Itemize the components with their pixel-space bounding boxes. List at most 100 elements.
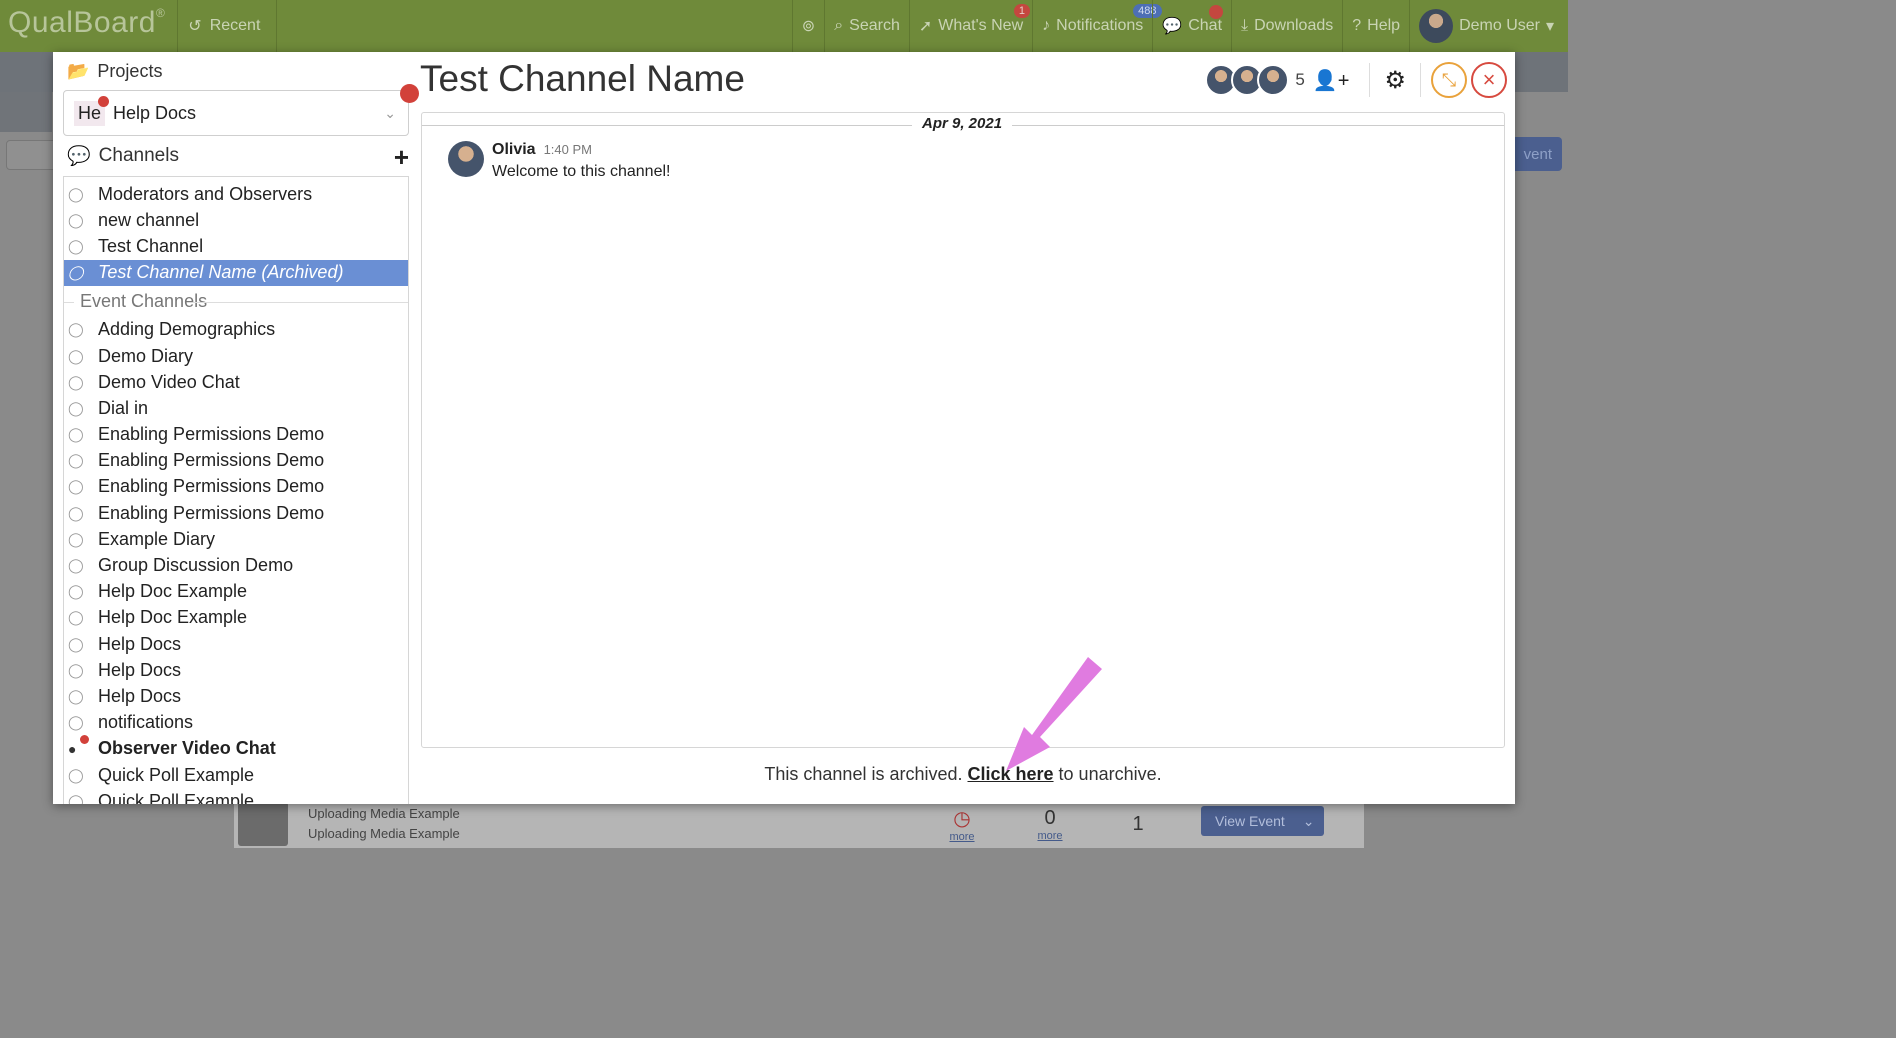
user-name: Demo User [1459, 17, 1540, 34]
background-card-subtitle: Uploading Media Example [308, 826, 460, 841]
background-upload-button [0, 92, 52, 132]
event-channel-item[interactable]: ◯ Example Diary [64, 526, 408, 552]
date-label: Apr 9, 2021 [912, 115, 1013, 132]
comment-icon: ◯ [68, 583, 84, 600]
event-channel-item[interactable]: ◯ Adding Demographics [64, 317, 408, 343]
recent-button[interactable]: ↺ Recent [178, 0, 278, 52]
channel-item[interactable]: ◯ Test Channel [64, 233, 408, 259]
event-channel-item[interactable]: ◯ notifications [64, 710, 408, 736]
event-channel-item[interactable]: ◯ Help Docs [64, 657, 408, 683]
event-channel-item[interactable]: ◯ Demo Diary [64, 343, 408, 369]
comment-icon: ◯ [68, 264, 84, 281]
background-more-link-a: more [949, 830, 975, 843]
event-channel-item[interactable]: ◯ Group Discussion Demo [64, 552, 408, 578]
event-channel-item[interactable]: ◯ Enabling Permissions Demo [64, 422, 408, 448]
recent-label: Recent [209, 17, 261, 34]
channel-item-selected[interactable]: ◯ Test Channel Name (Archived) [64, 259, 408, 286]
project-select[interactable]: He Help Docs ⌄ [63, 84, 419, 136]
channel-item-label: Dial in [98, 397, 149, 418]
background-card-title: Uploading Media Example [308, 806, 460, 821]
clock-icon: ◷ [953, 807, 971, 830]
whats-new-button[interactable]: ➚ What's New 1 [908, 0, 1032, 52]
search-button[interactable]: ⌕ Search [824, 0, 909, 52]
background-view-event-button: View Event ⌄ [1201, 806, 1324, 836]
comment-icon: ◯ [68, 478, 84, 495]
channel-item-label: Demo Diary [98, 345, 194, 366]
comment-icon: ◯ [68, 687, 84, 704]
compress-icon: ⤡ [1441, 69, 1457, 90]
comment-icon: ◯ [68, 609, 84, 626]
comment-icon: ◯ [68, 185, 84, 202]
notifications-label: Notifications [1056, 17, 1144, 34]
comment-icon: ◯ [68, 321, 84, 338]
event-channel-item[interactable]: ◯ Dial in [64, 395, 408, 421]
background-stat-a-value: 0 [1044, 806, 1056, 829]
channel-item-label: Quick Poll Example [98, 790, 255, 804]
projects-label: Projects [97, 60, 163, 81]
projects-header: 📂 Projects [63, 52, 413, 90]
channel-item[interactable]: ◯ Moderators and Observers [64, 181, 408, 207]
divider [1420, 63, 1421, 97]
member-avatars[interactable] [1205, 64, 1290, 96]
event-channels-label: Event Channels [80, 290, 208, 311]
event-channel-item[interactable]: ◯ Demo Video Chat [64, 369, 408, 395]
background-view-event-label: View Event [1215, 813, 1285, 829]
background-event-button-label: vent [1523, 145, 1552, 163]
channel-item-label: Help Doc Example [98, 581, 248, 602]
event-channel-item[interactable]: ◯ Enabling Permissions Demo [64, 448, 408, 474]
settings-button[interactable]: ⚙ [1384, 66, 1406, 95]
event-channel-item[interactable]: ◯ Help Doc Example [64, 605, 408, 631]
channels-header: 💬 Channels + [63, 136, 413, 176]
event-channel-item[interactable]: ◯ Help Doc Example [64, 579, 408, 605]
close-icon: × [1482, 67, 1496, 92]
event-channels-header: Event Channels [64, 286, 408, 317]
bell-icon: ♪ [1042, 17, 1051, 34]
event-channel-item-unread[interactable]: ● Observer Video Chat [64, 734, 408, 762]
channel-item-label: Adding Demographics [98, 319, 276, 340]
add-channel-button[interactable]: + [394, 142, 409, 173]
project-unread-dot [98, 95, 110, 107]
background-stat-b: 1 [1094, 813, 1182, 836]
app-logo[interactable]: QualBoard ® [0, 0, 179, 52]
fingerprint-button[interactable]: ⊚ [791, 0, 824, 52]
minimize-button[interactable]: ⤡ [1431, 62, 1467, 98]
help-button[interactable]: ? Help [1342, 0, 1409, 52]
event-channel-item[interactable]: ◯ Quick Poll Example [64, 762, 408, 788]
comment-icon: ◯ [68, 504, 84, 521]
comment-icon: ◯ [68, 373, 84, 390]
notifications-button[interactable]: ♪ Notifications 488 [1032, 0, 1162, 52]
comment-icon: ◯ [68, 237, 84, 254]
downloads-button[interactable]: ⤓ Downloads [1231, 0, 1342, 52]
app-logo-text: QualBoard [8, 6, 156, 39]
caret-down-icon: ▾ [1545, 18, 1554, 35]
annotation-arrow [1006, 657, 1102, 771]
channel-item-label: Enabling Permissions Demo [98, 476, 325, 497]
user-menu[interactable]: Demo User ▾ [1409, 0, 1568, 52]
event-channel-item[interactable]: ◯ Enabling Permissions Demo [64, 500, 408, 526]
channel-item-label: Enabling Permissions Demo [98, 502, 325, 523]
search-label: Search [849, 17, 900, 34]
channel-item[interactable]: ◯ new channel [64, 207, 408, 233]
nav-right: ⊚ ⌕ Search ➚ What's New 1 ♪ Notifications 488… [791, 0, 1568, 52]
comment-icon: ◯ [68, 211, 84, 228]
event-channel-item[interactable]: ◯ Help Docs [64, 631, 408, 657]
chevron-down-icon: ⌄ [1302, 812, 1315, 829]
channel-item-label: Enabling Permissions Demo [98, 450, 325, 471]
comment-icon: ◯ [68, 635, 84, 652]
help-label: Help [1367, 17, 1401, 34]
project-notification-dot [400, 84, 419, 103]
event-channel-item[interactable]: ◯ Enabling Permissions Demo [64, 474, 408, 500]
chat-modal: 📂 Projects He Help Docs ⌄ 💬 Channels + ◯… [53, 52, 1515, 804]
add-user-button[interactable]: 👤+ [1313, 68, 1350, 93]
channel-item-label: Enabling Permissions Demo [98, 424, 325, 445]
channel-item-label: Test Channel [98, 235, 204, 256]
chat-button[interactable]: 💬 Chat [1152, 0, 1231, 52]
background-event-card: Uploading Media Example Uploading Media … [234, 800, 1364, 848]
close-button[interactable]: × [1471, 62, 1507, 98]
event-channel-item[interactable]: ◯ Help Docs [64, 683, 408, 709]
event-channel-item[interactable]: ◯ Quick Poll Example [64, 788, 408, 804]
channel-header-actions: 5 👤+ ⚙ ⤡ × [1205, 62, 1507, 98]
help-icon: ? [1352, 17, 1362, 34]
history-icon: ↺ [188, 18, 202, 35]
comment-icon: ◯ [68, 557, 84, 574]
